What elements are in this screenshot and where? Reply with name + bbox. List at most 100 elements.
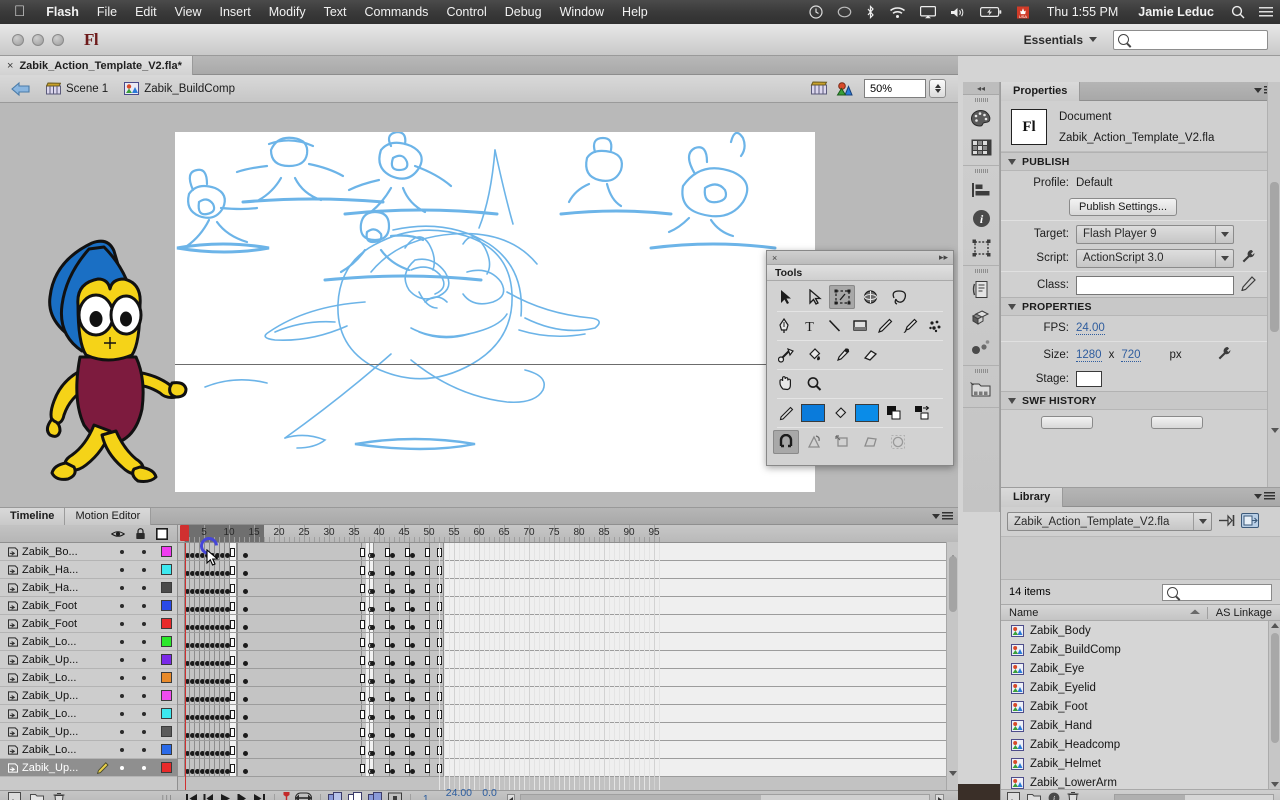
close-icon[interactable]: × (7, 60, 13, 72)
loop-icon[interactable] (295, 792, 312, 800)
spotlight-search-icon[interactable] (1224, 5, 1252, 19)
new-symbol-icon[interactable] (1007, 792, 1020, 800)
end-frame-marker[interactable] (405, 584, 410, 593)
end-frame-marker[interactable] (230, 746, 235, 755)
stroke-color-swatch[interactable] (801, 404, 825, 422)
scrollbar-thumb[interactable] (949, 556, 957, 612)
keyframe-marker[interactable] (390, 607, 395, 612)
scrollbar-thumb[interactable] (1270, 182, 1279, 332)
empty-frames-region[interactable] (444, 543, 958, 560)
keyframe-marker[interactable] (370, 589, 375, 594)
layer-row[interactable]: Zabik_Up... (0, 687, 177, 705)
rectangle-tool[interactable] (848, 314, 871, 338)
components-icon[interactable] (963, 304, 999, 333)
keyframe-marker[interactable] (410, 733, 415, 738)
frame-row[interactable] (178, 651, 958, 669)
input-flag-icon[interactable]: USA (1009, 6, 1037, 19)
zoom-tool[interactable] (801, 372, 827, 396)
chat-bubble-icon[interactable] (830, 6, 859, 19)
deco-tool[interactable] (924, 314, 947, 338)
frame-row[interactable] (178, 705, 958, 723)
timeline-horizontal-scrollbar[interactable] (520, 794, 930, 800)
rail-grip[interactable] (963, 266, 999, 275)
layer-column[interactable]: Zabik_Bo...Zabik_Ha...Zabik_Ha...Zabik_F… (0, 525, 178, 800)
color-palette-icon[interactable] (963, 104, 999, 133)
envelope-option[interactable] (885, 430, 911, 454)
panel-menu-icon[interactable] (932, 512, 953, 521)
chevron-down-icon[interactable] (1193, 513, 1211, 530)
keyframe-marker[interactable] (370, 607, 375, 612)
keyframe-marker[interactable] (390, 733, 395, 738)
end-frame-marker[interactable] (230, 638, 235, 647)
frame-row[interactable] (178, 597, 958, 615)
wrench-icon[interactable] (1241, 249, 1256, 267)
keyframe-marker[interactable] (410, 571, 415, 576)
end-frame-marker[interactable] (230, 548, 235, 557)
library-search-input[interactable] (1162, 584, 1272, 601)
keyframe-marker[interactable] (390, 553, 395, 558)
wrench-icon[interactable] (1217, 346, 1232, 364)
breadcrumb-symbol[interactable]: Zabik_BuildComp (116, 82, 243, 95)
fps-value[interactable]: 24.00 (1076, 322, 1105, 335)
distort-option[interactable] (857, 430, 883, 454)
3d-rotation-tool[interactable] (857, 285, 883, 309)
zoom-level-input[interactable]: 50% (864, 79, 926, 98)
layer-visibility-toggle[interactable] (111, 748, 133, 752)
list-item[interactable]: Zabik_Hand (1001, 716, 1280, 735)
keyframe-marker[interactable] (390, 715, 395, 720)
end-frame-marker[interactable] (405, 656, 410, 665)
end-frame-marker[interactable] (360, 584, 365, 593)
layer-outline-color[interactable] (155, 708, 177, 719)
go-to-first-frame-icon[interactable] (185, 793, 198, 800)
breadcrumb-scene[interactable]: Scene 1 (38, 82, 116, 95)
layer-lock-toggle[interactable] (133, 604, 155, 608)
actions-script-icon[interactable] (963, 275, 999, 304)
keyframe-marker[interactable] (410, 589, 415, 594)
zoom-window-button[interactable] (52, 34, 64, 46)
edit-symbols-icon[interactable] (835, 80, 855, 98)
keyframe-marker[interactable] (410, 553, 415, 558)
keyframe-marker[interactable] (390, 643, 395, 648)
airplay-icon[interactable] (913, 6, 943, 19)
frame-row[interactable] (178, 633, 958, 651)
end-frame-marker[interactable] (425, 728, 430, 737)
center-frame-icon[interactable] (283, 792, 290, 800)
back-arrow-icon[interactable] (10, 81, 32, 97)
rotate-and-skew-option[interactable] (801, 430, 827, 454)
swf-history-log-button[interactable] (1041, 416, 1093, 429)
text-tool[interactable]: T (798, 314, 821, 338)
timeline-ruler[interactable]: 5101520253035404550556065707580859095 (178, 525, 958, 543)
end-frame-marker[interactable] (405, 746, 410, 755)
tools-tab[interactable]: Tools (767, 265, 953, 281)
delete-icon[interactable] (1067, 791, 1079, 800)
keyframe-marker[interactable] (243, 607, 248, 612)
layer-visibility-toggle[interactable] (111, 622, 133, 626)
eye-icon[interactable] (107, 529, 129, 539)
library-vertical-scrollbar[interactable] (1268, 621, 1280, 789)
library-panel[interactable]: Library Zabik_Action_Template_V2.fla 14 … (1000, 487, 1280, 800)
menu-item-debug[interactable]: Debug (496, 5, 551, 19)
end-frame-marker[interactable] (405, 548, 410, 557)
layer-lock-toggle[interactable] (133, 712, 155, 716)
end-frame-marker[interactable] (360, 620, 365, 629)
layer-row[interactable]: Zabik_Lo... (0, 669, 177, 687)
pen-tool[interactable] (773, 314, 796, 338)
end-frame-marker[interactable] (405, 620, 410, 629)
end-frame-marker[interactable] (385, 674, 390, 683)
end-frame-marker[interactable] (230, 566, 235, 575)
info-icon[interactable]: i (963, 204, 999, 233)
onion-skin-outlines-icon[interactable] (348, 792, 363, 800)
scale-option[interactable] (829, 430, 855, 454)
window-controls[interactable] (0, 34, 64, 46)
character-artwork[interactable] (36, 239, 216, 484)
brush-tool[interactable] (899, 314, 922, 338)
end-frame-marker[interactable] (385, 728, 390, 737)
keyframe-marker[interactable] (243, 679, 248, 684)
layer-lock-toggle[interactable] (133, 622, 155, 626)
empty-frames-region[interactable] (444, 669, 958, 686)
keyframe-marker[interactable] (410, 697, 415, 702)
layer-outline-color[interactable] (155, 744, 177, 755)
section-properties[interactable]: PROPERTIES (1001, 297, 1280, 316)
target-select[interactable]: Flash Player 9 (1076, 225, 1234, 244)
end-frame-marker[interactable] (385, 602, 390, 611)
